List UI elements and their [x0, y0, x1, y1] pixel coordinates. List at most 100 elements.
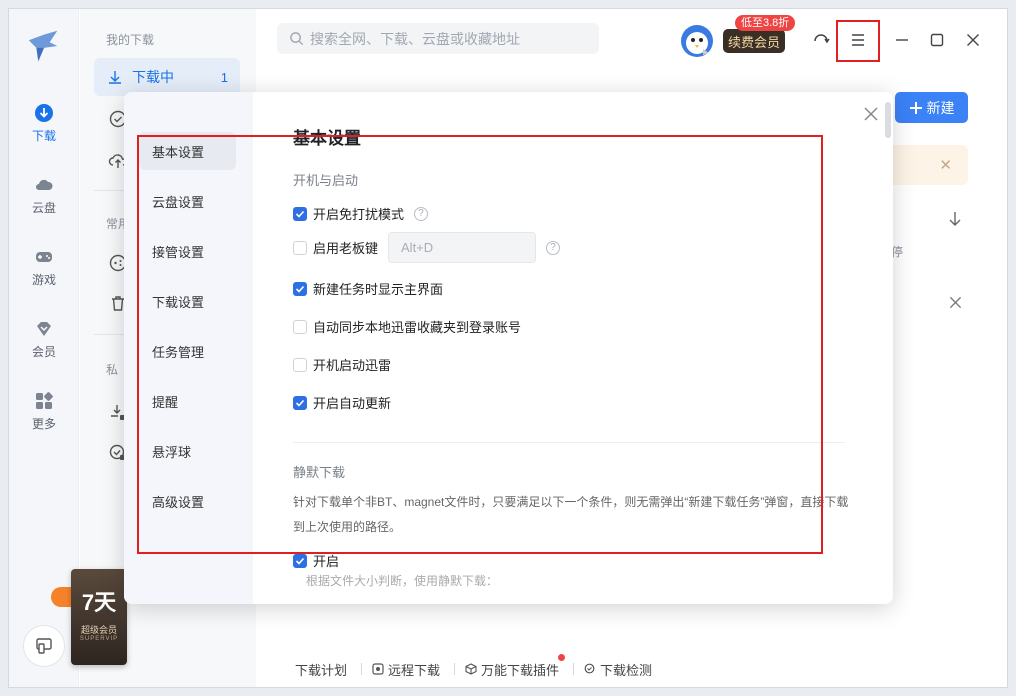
checkbox-checked[interactable]: [293, 281, 307, 296]
option-sync-favorites[interactable]: 自动同步本地迅雷收藏夹到登录账号: [293, 317, 521, 336]
plugin-link[interactable]: 万能下载插件: [465, 653, 566, 679]
plus-icon: [909, 101, 922, 114]
rail-label: 会员: [31, 345, 56, 359]
checkbox-unchecked[interactable]: [293, 357, 307, 372]
download-check-link[interactable]: 下载检测: [584, 660, 652, 679]
option-no-disturb[interactable]: 开启免打扰模式 ?: [293, 204, 429, 223]
check-search-icon: [584, 663, 595, 674]
settings-nav-takeover[interactable]: 接管设置: [139, 232, 236, 270]
settings-nav-cloud[interactable]: 云盘设置: [139, 182, 236, 220]
option-auto-start[interactable]: 开机启动迅雷: [293, 355, 391, 374]
refresh-icon: [814, 34, 830, 44]
settings-nav-advanced[interactable]: 高级设置: [139, 482, 236, 520]
search-icon: [290, 32, 304, 46]
startup-section-title: 开机与启动: [293, 173, 359, 188]
settings-scrollbar[interactable]: [885, 102, 891, 138]
settings-title: 基本设置: [293, 129, 361, 148]
rail-item-cloud[interactable]: 云盘: [9, 175, 79, 216]
bottom-separator: [573, 663, 575, 675]
sort-down-icon[interactable]: [948, 211, 962, 227]
cube-icon: [465, 663, 477, 675]
device-icon: [36, 638, 52, 654]
option-silent-enable[interactable]: 开启: [293, 551, 339, 570]
rail-label: 下载: [31, 129, 56, 143]
bottom-toolbar: 下载计划 远程下载 万能下载插件 下载检测: [295, 653, 666, 679]
checkbox-checked[interactable]: [293, 395, 307, 410]
rail-label: 更多: [31, 417, 56, 431]
checkbox-checked[interactable]: [293, 553, 307, 568]
bottom-label: 远程下载: [388, 662, 441, 678]
settings-nav-basic[interactable]: 基本设置: [139, 132, 236, 170]
search-placeholder: 搜索全网、下载、云盘或收藏地址: [310, 30, 520, 47]
bottom-label: 下载检测: [600, 662, 653, 678]
notice-close-icon[interactable]: ✕: [939, 156, 952, 174]
bottom-separator: [454, 663, 456, 675]
remote-download-link[interactable]: 远程下载: [372, 660, 440, 679]
option-label: 自动同步本地迅雷收藏夹到登录账号: [313, 320, 522, 335]
download-plan-link[interactable]: 下载计划: [295, 660, 347, 679]
search-input[interactable]: 搜索全网、下载、云盘或收藏地址: [277, 23, 599, 54]
settings-nav-download[interactable]: 下载设置: [139, 282, 236, 320]
settings-dialog: 基本设置 云盘设置 接管设置 下载设置 任务管理 提醒 悬浮球 高级设置 基本设…: [124, 92, 893, 604]
app-window: 下载 云盘 游戏 会员 更多 我的下载 下载中 1 常用 私 7天 超级会员 S…: [8, 8, 1008, 688]
option-show-main[interactable]: 新建任务时显示主界面: [293, 279, 443, 298]
rail-item-download[interactable]: 下载: [9, 103, 79, 144]
remote-icon: [372, 663, 384, 675]
settings-nav-tasks[interactable]: 任务管理: [139, 332, 236, 370]
apps-icon: [36, 392, 53, 409]
maximize-icon: [930, 33, 944, 47]
download-icon: [35, 104, 53, 122]
settings-close-icon[interactable]: [861, 104, 881, 124]
notice-banner: ✕: [889, 145, 968, 185]
rail-label: 游戏: [31, 273, 56, 287]
renew-vip-button[interactable]: 续费会员: [723, 29, 785, 53]
checkbox-checked[interactable]: [293, 206, 307, 221]
new-task-button[interactable]: 新建: [895, 92, 968, 123]
vip-promo-card[interactable]: 7天 超级会员 SUPERVIP: [71, 569, 127, 665]
help-icon[interactable]: ?: [414, 206, 429, 221]
bottom-label: 下载计划: [295, 662, 348, 678]
checkbox-unchecked[interactable]: [293, 319, 307, 334]
new-task-label: 新建: [926, 99, 955, 116]
device-switch-button[interactable]: [23, 625, 65, 667]
rail-item-vip[interactable]: 会员: [9, 319, 79, 360]
thunder-logo-icon: [28, 30, 58, 62]
sidebar-item-label: 下载中: [132, 69, 174, 85]
discount-badge: 低至3.8折: [735, 15, 796, 31]
option-auto-update[interactable]: 开启自动更新: [293, 393, 391, 412]
close-window-button[interactable]: [962, 29, 984, 51]
sidebar-item-downloading[interactable]: 下载中 1: [94, 58, 240, 96]
settings-nav-floatball[interactable]: 悬浮球: [139, 432, 236, 470]
bottom-label: 万能下载插件: [481, 662, 560, 678]
refresh-button[interactable]: [810, 29, 832, 51]
avatar[interactable]: [681, 25, 713, 57]
maximize-button[interactable]: [926, 29, 948, 51]
option-boss-key[interactable]: 启用老板键 Alt+D ?: [293, 232, 561, 263]
settings-nav-reminder[interactable]: 提醒: [139, 382, 236, 420]
option-label: 开机启动迅雷: [313, 358, 392, 373]
gamepad-icon: [36, 252, 52, 262]
help-icon[interactable]: ?: [546, 240, 561, 255]
minimize-button[interactable]: [891, 29, 913, 51]
diamond-icon: [37, 322, 51, 336]
promo-days: 7天: [81, 590, 117, 615]
promo-line2: SUPERVIP: [79, 636, 119, 642]
rail-item-games[interactable]: 游戏: [9, 247, 79, 288]
avatar-bird-icon: [686, 32, 709, 55]
silent-section-title: 静默下载: [293, 465, 346, 480]
option-label: 新建任务时显示主界面: [313, 282, 444, 297]
option-label: 启用老板键: [313, 241, 379, 256]
remove-task-icon[interactable]: [949, 296, 962, 309]
minimize-icon: [896, 39, 908, 41]
downloading-count: 1: [220, 69, 228, 85]
silent-size-partial: 根据文件大小判断，使用静默下载：: [306, 574, 499, 588]
promo-badge: [51, 587, 71, 607]
arrow-down-icon: [109, 71, 121, 84]
checkbox-unchecked[interactable]: [293, 240, 307, 255]
rail-label: 云盘: [31, 201, 56, 215]
promo-line1: 超级会员: [80, 625, 117, 635]
boss-key-input[interactable]: Alt+D: [388, 232, 537, 263]
menu-highlight-frame: [836, 20, 880, 62]
rail-item-more[interactable]: 更多: [9, 391, 79, 432]
option-label: 开启免打扰模式: [313, 207, 405, 222]
